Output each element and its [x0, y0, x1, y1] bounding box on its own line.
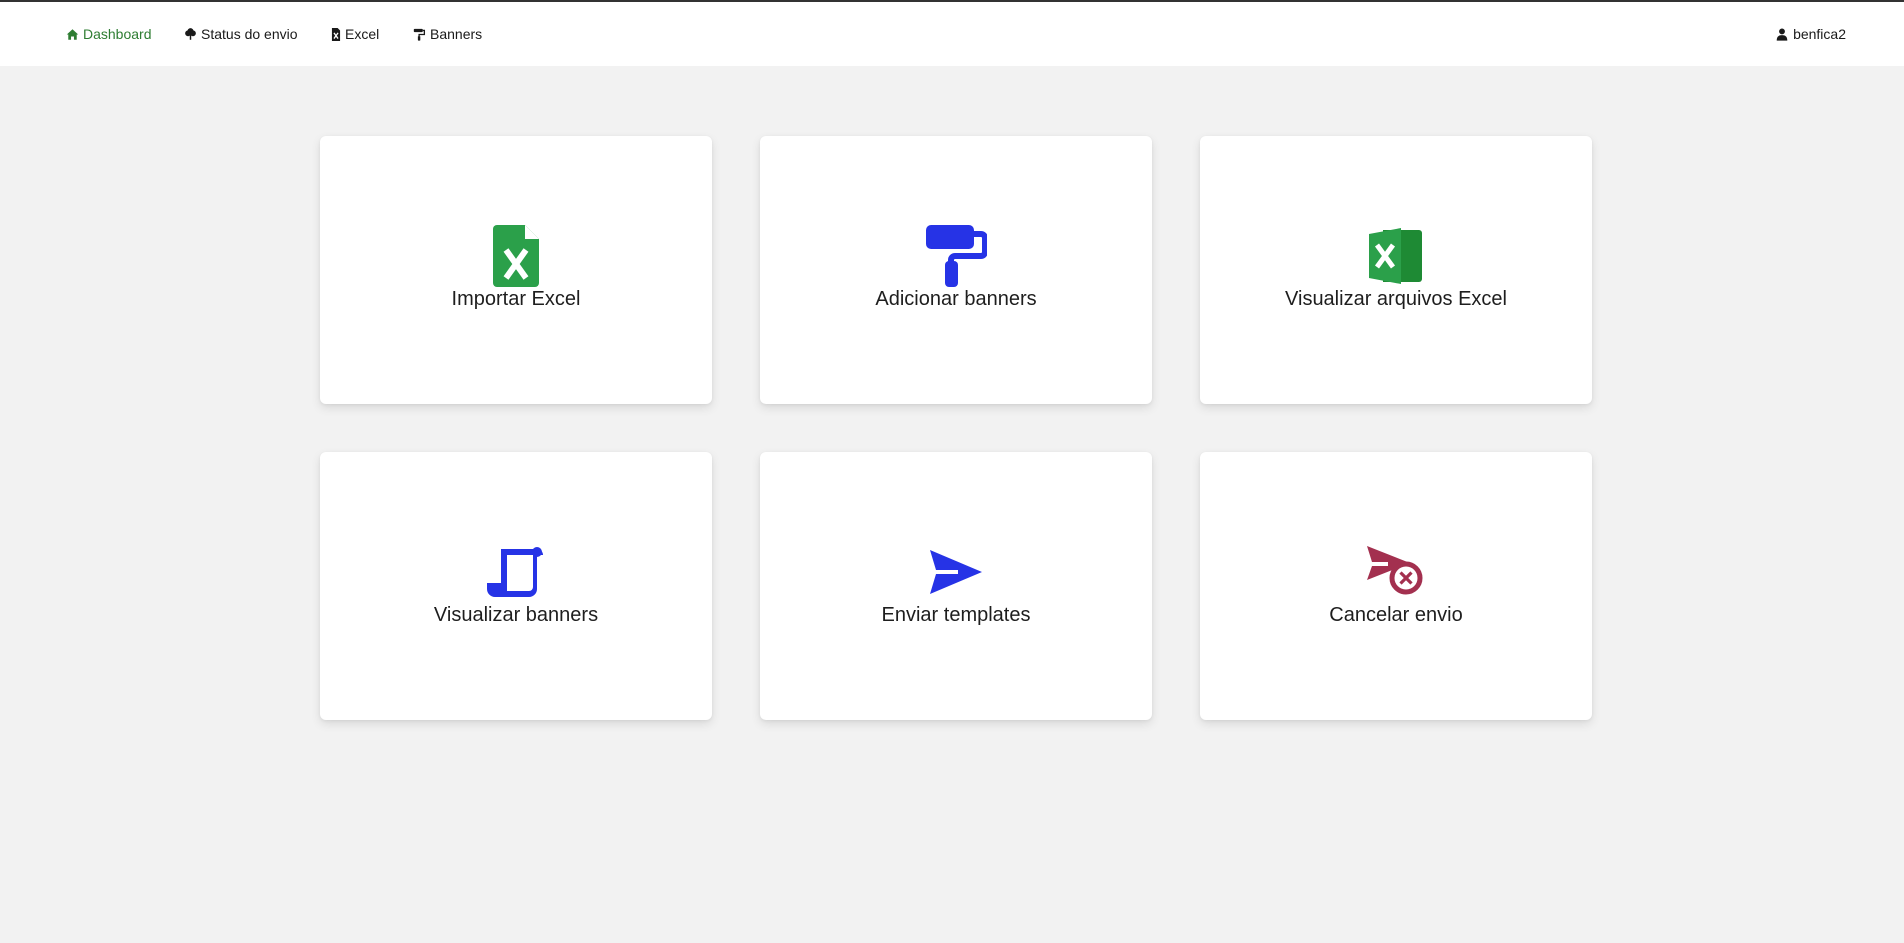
card-label: Adicionar banners — [875, 288, 1037, 310]
card-visualizar-arquivos-excel[interactable]: Visualizar arquivos Excel — [1200, 136, 1592, 404]
tree-icon — [184, 27, 197, 41]
card-label: Cancelar envio — [1329, 604, 1463, 626]
nav-excel[interactable]: Excel — [331, 24, 379, 44]
microsoft-excel-icon — [1364, 224, 1428, 288]
nav-status-do-envio[interactable]: Status do envio — [184, 24, 298, 44]
nav-status-label: Status do envio — [201, 26, 298, 42]
cancel-send-icon — [1364, 540, 1428, 604]
navbar: Dashboard Status do envio Excel Banners … — [0, 2, 1904, 66]
nav-banners-label: Banners — [430, 26, 483, 42]
scroll-icon — [484, 540, 548, 604]
card-visualizar-banners[interactable]: Visualizar banners — [320, 452, 712, 720]
user-icon — [1776, 27, 1788, 41]
nav-dashboard[interactable]: Dashboard — [66, 24, 152, 44]
nav-excel-label: Excel — [345, 26, 380, 42]
card-label: Importar Excel — [451, 288, 581, 310]
user-name: benfica2 — [1793, 26, 1846, 42]
excel-file-icon — [331, 27, 341, 41]
card-cancelar-envio[interactable]: Cancelar envio — [1200, 452, 1592, 720]
file-excel-icon — [484, 224, 548, 288]
nav-dashboard-label: Dashboard — [83, 26, 152, 42]
card-adicionar-banners[interactable]: Adicionar banners — [760, 136, 1152, 404]
paint-roller-icon — [924, 224, 988, 288]
send-icon — [924, 540, 988, 604]
card-label: Enviar templates — [881, 604, 1031, 626]
nav-banners[interactable]: Banners — [413, 24, 482, 44]
user-menu[interactable]: benfica2 — [1776, 24, 1846, 44]
card-label: Visualizar banners — [433, 604, 599, 626]
card-enviar-templates[interactable]: Enviar templates — [760, 452, 1152, 720]
home-icon — [66, 28, 79, 41]
card-label: Visualizar arquivos Excel — [1285, 288, 1507, 310]
card-importar-excel[interactable]: Importar Excel — [320, 136, 712, 404]
paint-roller-icon — [413, 28, 426, 41]
